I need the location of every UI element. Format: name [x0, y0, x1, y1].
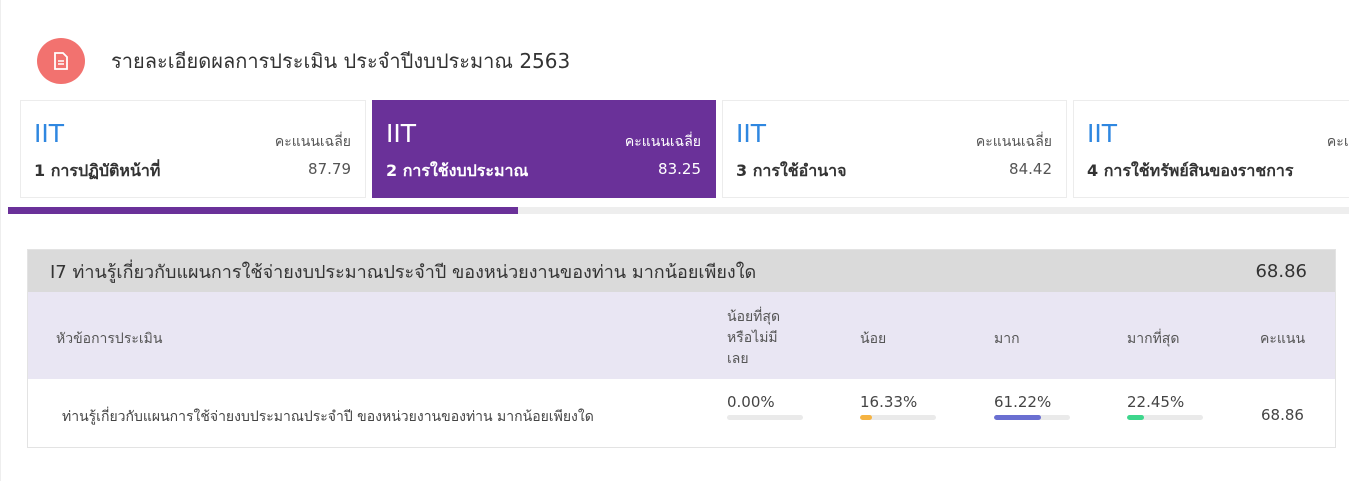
card-prefix: IIT [386, 119, 417, 148]
document-icon [37, 38, 85, 84]
column-header-little: น้อย [860, 331, 887, 347]
most-percentage: 22.45% [1127, 393, 1207, 420]
column-header-least-line3: เลย [727, 351, 749, 367]
little-percentage-value: 16.33% [860, 393, 918, 411]
average-score: 83.25 [658, 160, 701, 178]
much-percentage-bar-fill [994, 415, 1041, 420]
page: รายละเอียดผลการประเมิน ประจำปีงบประมาณ 2… [0, 0, 1361, 481]
least-percentage-value: 0.00% [727, 393, 775, 411]
question-panel: I7 ท่านรู้เกี่ยวกับแผนการใช้จ่ายงบประมาณ… [27, 249, 1336, 448]
carousel-progress-fill [8, 207, 518, 214]
column-header-score: คะแนน [1260, 331, 1306, 347]
table-header: หัวข้อการประเมิน น้อยที่สุด หรือไม่มี เล… [28, 292, 1335, 379]
much-percentage-bar [994, 415, 1070, 420]
row-question-text: ท่านรู้เกี่ยวกับแผนการใช้จ่ายงบประมาณประ… [62, 409, 594, 425]
card-prefix: IIT [34, 119, 65, 148]
category-card-1[interactable]: IIT คะแนนเฉลี่ย 1 การปฏิบัติหน้าที่ 87.7… [20, 100, 366, 198]
much-percentage: 61.22% [994, 393, 1074, 420]
table-row: ท่านรู้เกี่ยวกับแผนการใช้จ่ายงบประมาณประ… [28, 379, 1335, 447]
question-title: I7 ท่านรู้เกี่ยวกับแผนการใช้จ่ายงบประมาณ… [50, 261, 757, 283]
column-header-least-line2: หรือไม่มี [727, 330, 778, 346]
carousel-progress-track[interactable] [8, 207, 1349, 214]
category-name: 3 การใช้อำนาจ [736, 161, 847, 180]
much-percentage-value: 61.22% [994, 393, 1052, 411]
category-name: 4 การใช้ทรัพย์สินของราชการ [1087, 161, 1294, 180]
category-cards: IIT คะแนนเฉลี่ย 1 การปฏิบัติหน้าที่ 87.7… [20, 100, 1349, 198]
page-title: รายละเอียดผลการประเมิน ประจำปีงบประมาณ 2… [111, 49, 571, 73]
most-percentage-value: 22.45% [1127, 393, 1185, 411]
most-percentage-bar-fill [1127, 415, 1145, 420]
column-header-much: มาก [994, 331, 1020, 347]
category-card-2[interactable]: IIT คะแนนเฉลี่ย 2 การใช้งบประมาณ 83.25 [372, 100, 716, 198]
average-label: คะแนนเฉลี่ย [975, 134, 1052, 150]
average-label: คะแนนเฉลี่ย [274, 134, 351, 150]
average-score: 84.42 [1009, 160, 1052, 178]
row-score: 68.86 [1261, 406, 1304, 424]
category-name: 2 การใช้งบประมาณ [386, 161, 529, 180]
card-prefix: IIT [1087, 119, 1118, 148]
column-header-topic: หัวข้อการประเมิน [56, 331, 163, 347]
little-percentage-bar-fill [860, 415, 873, 420]
category-card-3[interactable]: IIT คะแนนเฉลี่ย 3 การใช้อำนาจ 84.42 [722, 100, 1067, 198]
card-prefix: IIT [736, 119, 767, 148]
question-header: I7 ท่านรู้เกี่ยวกับแผนการใช้จ่ายงบประมาณ… [28, 250, 1335, 292]
average-label: คะแนนเฉลี่ย [1326, 134, 1349, 150]
column-header-most: มากที่สุด [1127, 331, 1180, 347]
little-percentage: 16.33% [860, 393, 940, 420]
page-header: รายละเอียดผลการประเมิน ประจำปีงบประมาณ 2… [37, 38, 570, 84]
most-percentage-bar [1127, 415, 1203, 420]
column-header-least-line1: น้อยที่สุด [727, 309, 781, 325]
least-percentage-bar [727, 415, 803, 420]
category-card-4[interactable]: IIT คะแนนเฉลี่ย 4 การใช้ทรัพย์สินของราชก… [1073, 100, 1349, 198]
question-score: 68.86 [1255, 260, 1307, 282]
average-score: 87.79 [308, 160, 351, 178]
category-name: 1 การปฏิบัติหน้าที่ [34, 161, 161, 180]
average-label: คะแนนเฉลี่ย [624, 134, 701, 150]
little-percentage-bar [860, 415, 936, 420]
least-percentage: 0.00% [727, 393, 807, 420]
